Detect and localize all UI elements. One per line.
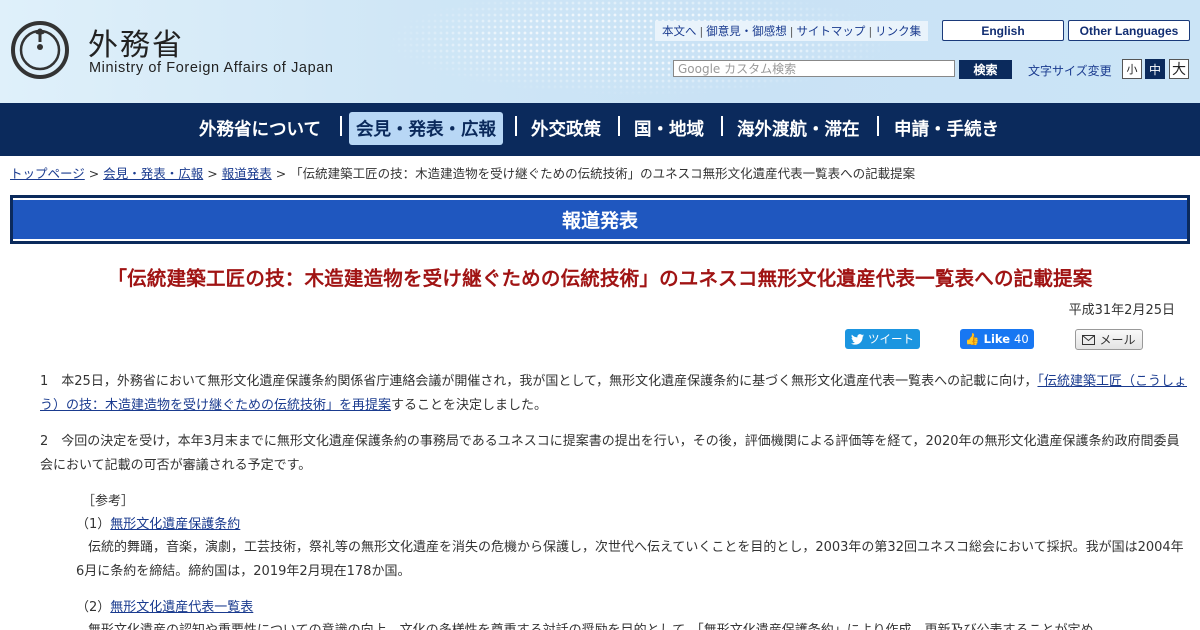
- util-link-feedback[interactable]: 御意見・御感想: [703, 23, 790, 39]
- section-title: 報道発表: [13, 198, 1187, 241]
- breadcrumb-link-release[interactable]: 報道発表: [222, 166, 272, 181]
- site-logo-english[interactable]: Ministry of Foreign Affairs of Japan: [89, 60, 334, 76]
- envelope-icon: [1082, 334, 1096, 345]
- nav-separator: [340, 116, 342, 136]
- utility-links: 本文へ | 御意見・御感想 | サイトマップ | リンク集: [655, 21, 929, 41]
- reference-1-number: （1）: [76, 517, 111, 532]
- reference-1-body: 伝統的舞踊，音楽，演劇，工芸技術，祭礼等の無形文化遺産を消失の危機から保護し，次…: [76, 540, 1184, 579]
- util-link-sitemap[interactable]: サイトマップ: [793, 23, 868, 39]
- mofa-emblem-icon[interactable]: [10, 20, 70, 80]
- nav-separator: [515, 116, 517, 136]
- site-header: 外務省 Ministry of Foreign Affairs of Japan…: [0, 0, 1200, 103]
- like-label: Like: [983, 332, 1011, 346]
- nav-item-about[interactable]: 外務省について: [192, 112, 328, 145]
- reference-2-body: 無形文化遺産の認知や重要性についての意識の向上，文化の多様性を尊重する対話の奨励…: [76, 619, 1190, 630]
- site-logo-japanese[interactable]: 外務省: [88, 20, 184, 64]
- search-button[interactable]: 検索: [959, 60, 1012, 79]
- nav-item-press[interactable]: 会見・発表・広報: [349, 112, 503, 145]
- reference-1-title: （1）無形文化遺産保護条約: [76, 513, 240, 537]
- english-button[interactable]: English: [942, 20, 1064, 41]
- util-link-main-content[interactable]: 本文へ: [659, 23, 700, 39]
- facebook-thumb-icon: 👍: [965, 332, 980, 346]
- nav-item-foreign-policy[interactable]: 外交政策: [524, 112, 608, 145]
- reference-heading: ［参考］: [82, 494, 135, 509]
- paragraph-1: 1 本25日，外務省において無形文化遺産保護条約関係省庁連絡会議が開催され，我が…: [40, 370, 1190, 418]
- font-size-label: 文字サイズ変更: [1028, 64, 1112, 78]
- global-navigation: 外務省について 会見・発表・広報 外交政策 国・地域 海外渡航・滞在 申請・手続…: [0, 103, 1200, 156]
- article-title: 「伝統建築工匠の技：木造建造物を受け継ぐための伝統技術」のユネスコ無形文化遺産代…: [107, 267, 1093, 290]
- tweet-label: ツイート: [868, 332, 914, 346]
- search-input[interactable]: Google カスタム検索: [673, 60, 955, 77]
- breadcrumb-separator: >: [207, 166, 218, 181]
- article-date: 平成31年2月25日: [1068, 303, 1175, 318]
- reference-2-link[interactable]: 無形文化遺産代表一覧表: [110, 600, 253, 615]
- util-link-links[interactable]: リンク集: [872, 23, 924, 39]
- breadcrumb-current: 「伝統建築工匠の技：木造建造物を受け継ぐための伝統技術」のユネスコ無形文化遺産代…: [290, 166, 916, 181]
- mail-share-button[interactable]: メール: [1075, 329, 1143, 350]
- reference-2-title: （2）無形文化遺産代表一覧表: [76, 596, 253, 620]
- paragraph-2: 2 今回の決定を受け，本年3月末までに無形文化遺産保護条約の事務局であるユネスコ…: [40, 434, 1180, 473]
- reference-1-link[interactable]: 無形文化遺産保護条約: [110, 517, 240, 532]
- breadcrumb-link-press[interactable]: 会見・発表・広報: [103, 166, 203, 181]
- paragraph-1-text: 1 本25日，外務省において無形文化遺産保護条約関係省庁連絡会議が開催され，我が…: [40, 374, 1038, 389]
- like-count: 40: [1014, 332, 1029, 346]
- nav-separator: [721, 116, 723, 136]
- twitter-bird-icon: [851, 333, 864, 345]
- font-size-medium-button[interactable]: 中: [1145, 59, 1165, 79]
- nav-item-countries[interactable]: 国・地域: [627, 112, 711, 145]
- breadcrumb: トップページ > 会見・発表・広報 > 報道発表 > 「伝統建築工匠の技：木造建…: [10, 163, 915, 182]
- nav-separator: [618, 116, 620, 136]
- breadcrumb-separator: >: [88, 166, 100, 181]
- mail-label: メール: [1099, 333, 1136, 347]
- tweet-button[interactable]: ツイート: [845, 329, 920, 349]
- nav-item-procedures[interactable]: 申請・手続き: [887, 112, 1006, 145]
- facebook-like-button[interactable]: 👍 Like 40: [960, 329, 1034, 349]
- breadcrumb-separator: >: [275, 166, 287, 181]
- nav-item-travel[interactable]: 海外渡航・滞在: [730, 112, 867, 145]
- other-languages-button[interactable]: Other Languages: [1068, 20, 1190, 41]
- section-banner: 報道発表: [10, 195, 1190, 244]
- reference-2-number: （2）: [76, 600, 111, 615]
- font-size-small-button[interactable]: 小: [1122, 59, 1142, 79]
- nav-separator: [877, 116, 879, 136]
- breadcrumb-link-top[interactable]: トップページ: [10, 166, 85, 181]
- font-size-large-button[interactable]: 大: [1169, 59, 1189, 79]
- paragraph-1-tail: することを決定しました。: [391, 398, 548, 413]
- world-map-decoration: [360, 0, 920, 103]
